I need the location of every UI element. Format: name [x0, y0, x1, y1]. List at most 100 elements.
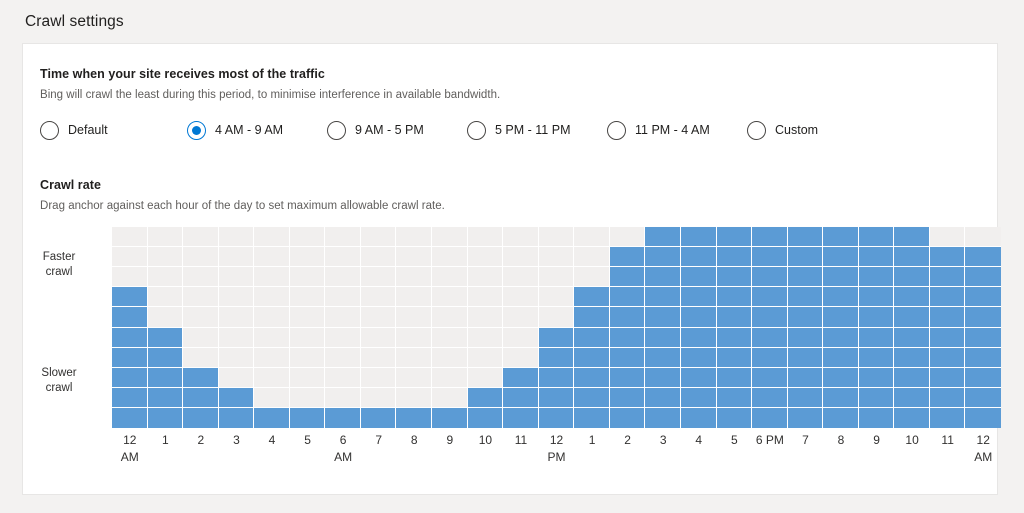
crawl-rate-cell[interactable]: [609, 407, 646, 428]
crawl-rate-cell[interactable]: [574, 247, 610, 268]
crawl-rate-cell[interactable]: [432, 367, 468, 388]
crawl-rate-cell[interactable]: [289, 227, 326, 248]
crawl-rate-cell[interactable]: [965, 327, 1001, 348]
crawl-rate-cell[interactable]: [254, 267, 290, 288]
crawl-rate-cell[interactable]: [467, 387, 504, 408]
crawl-rate-cell[interactable]: [325, 387, 361, 408]
crawl-rate-cell[interactable]: [289, 367, 326, 388]
radio-option-3[interactable]: 5 PM - 11 PM: [467, 117, 570, 143]
crawl-rate-cell[interactable]: [538, 327, 575, 348]
crawl-rate-cell[interactable]: [183, 367, 219, 388]
crawl-rate-cell[interactable]: [858, 267, 895, 288]
crawl-rate-cell[interactable]: [325, 347, 361, 368]
crawl-rate-cell[interactable]: [609, 367, 646, 388]
crawl-rate-cell[interactable]: [183, 387, 219, 408]
crawl-rate-cell[interactable]: [645, 347, 681, 368]
crawl-rate-cell[interactable]: [609, 227, 646, 248]
crawl-rate-cell[interactable]: [894, 247, 930, 268]
crawl-rate-cell[interactable]: [894, 367, 930, 388]
crawl-rate-cell[interactable]: [823, 347, 859, 368]
crawl-rate-cell[interactable]: [432, 287, 468, 308]
crawl-rate-cell[interactable]: [503, 387, 539, 408]
crawl-rate-cell[interactable]: [147, 227, 184, 248]
crawl-rate-cell[interactable]: [787, 407, 824, 428]
crawl-rate-cell[interactable]: [183, 247, 219, 268]
crawl-rate-cell[interactable]: [929, 227, 966, 248]
crawl-rate-cell[interactable]: [432, 247, 468, 268]
crawl-rate-cell[interactable]: [467, 267, 504, 288]
crawl-rate-cell[interactable]: [147, 327, 184, 348]
crawl-rate-cell[interactable]: [752, 247, 788, 268]
crawl-rate-cell[interactable]: [254, 387, 290, 408]
crawl-rate-cell[interactable]: [574, 287, 610, 308]
crawl-rate-cell[interactable]: [254, 327, 290, 348]
crawl-rate-cell[interactable]: [147, 387, 184, 408]
crawl-rate-cell[interactable]: [112, 387, 148, 408]
crawl-rate-cell[interactable]: [360, 227, 397, 248]
crawl-rate-cell[interactable]: [289, 267, 326, 288]
crawl-rate-cell[interactable]: [680, 347, 717, 368]
radio-option-2[interactable]: 9 AM - 5 PM: [327, 117, 424, 143]
crawl-rate-cell[interactable]: [218, 387, 255, 408]
crawl-rate-cell[interactable]: [396, 367, 433, 388]
crawl-rate-cell[interactable]: [574, 267, 610, 288]
crawl-rate-cell[interactable]: [254, 247, 290, 268]
crawl-rate-cell[interactable]: [894, 307, 930, 328]
crawl-rate-cell[interactable]: [894, 407, 930, 428]
crawl-rate-cell[interactable]: [396, 327, 433, 348]
crawl-rate-cell[interactable]: [112, 267, 148, 288]
crawl-rate-cell[interactable]: [823, 267, 859, 288]
crawl-rate-cell[interactable]: [467, 347, 504, 368]
crawl-rate-cell[interactable]: [432, 327, 468, 348]
crawl-rate-cell[interactable]: [787, 247, 824, 268]
crawl-rate-cell[interactable]: [645, 307, 681, 328]
crawl-rate-cell[interactable]: [858, 227, 895, 248]
crawl-rate-cell[interactable]: [432, 347, 468, 368]
crawl-rate-cell[interactable]: [574, 307, 610, 328]
crawl-rate-cell[interactable]: [218, 407, 255, 428]
crawl-rate-cell[interactable]: [645, 267, 681, 288]
crawl-rate-cell[interactable]: [680, 267, 717, 288]
crawl-rate-cell[interactable]: [183, 407, 219, 428]
crawl-rate-cell[interactable]: [147, 347, 184, 368]
crawl-rate-cell[interactable]: [503, 407, 539, 428]
crawl-rate-cell[interactable]: [823, 387, 859, 408]
crawl-rate-cell[interactable]: [325, 407, 361, 428]
crawl-rate-cell[interactable]: [574, 387, 610, 408]
crawl-rate-cell[interactable]: [467, 407, 504, 428]
crawl-rate-cell[interactable]: [325, 247, 361, 268]
crawl-rate-cell[interactable]: [574, 227, 610, 248]
crawl-rate-cell[interactable]: [929, 307, 966, 328]
crawl-rate-cell[interactable]: [752, 347, 788, 368]
crawl-rate-cell[interactable]: [289, 307, 326, 328]
crawl-rate-cell[interactable]: [183, 347, 219, 368]
crawl-rate-cell[interactable]: [112, 247, 148, 268]
crawl-rate-cell[interactable]: [432, 307, 468, 328]
crawl-rate-cell[interactable]: [823, 247, 859, 268]
crawl-rate-cell[interactable]: [360, 267, 397, 288]
crawl-rate-cell[interactable]: [183, 267, 219, 288]
crawl-rate-cell[interactable]: [503, 327, 539, 348]
crawl-rate-cell[interactable]: [823, 327, 859, 348]
crawl-rate-cell[interactable]: [574, 407, 610, 428]
crawl-rate-cell[interactable]: [823, 407, 859, 428]
crawl-rate-cell[interactable]: [112, 307, 148, 328]
crawl-rate-cell[interactable]: [503, 307, 539, 328]
crawl-rate-cell[interactable]: [218, 267, 255, 288]
crawl-rate-cell[interactable]: [787, 267, 824, 288]
crawl-rate-cell[interactable]: [929, 367, 966, 388]
crawl-rate-cell[interactable]: [929, 267, 966, 288]
crawl-rate-cell[interactable]: [645, 327, 681, 348]
crawl-rate-cell[interactable]: [716, 227, 753, 248]
radio-circle-icon[interactable]: [327, 120, 346, 140]
crawl-rate-cell[interactable]: [396, 227, 433, 248]
crawl-rate-cell[interactable]: [716, 247, 753, 268]
crawl-rate-cell[interactable]: [360, 407, 397, 428]
crawl-rate-cell[interactable]: [680, 367, 717, 388]
crawl-rate-cell[interactable]: [325, 307, 361, 328]
crawl-rate-cell[interactable]: [645, 247, 681, 268]
crawl-rate-cell[interactable]: [325, 227, 361, 248]
crawl-rate-cell[interactable]: [787, 287, 824, 308]
crawl-rate-cell[interactable]: [787, 227, 824, 248]
crawl-rate-cell[interactable]: [965, 227, 1001, 248]
